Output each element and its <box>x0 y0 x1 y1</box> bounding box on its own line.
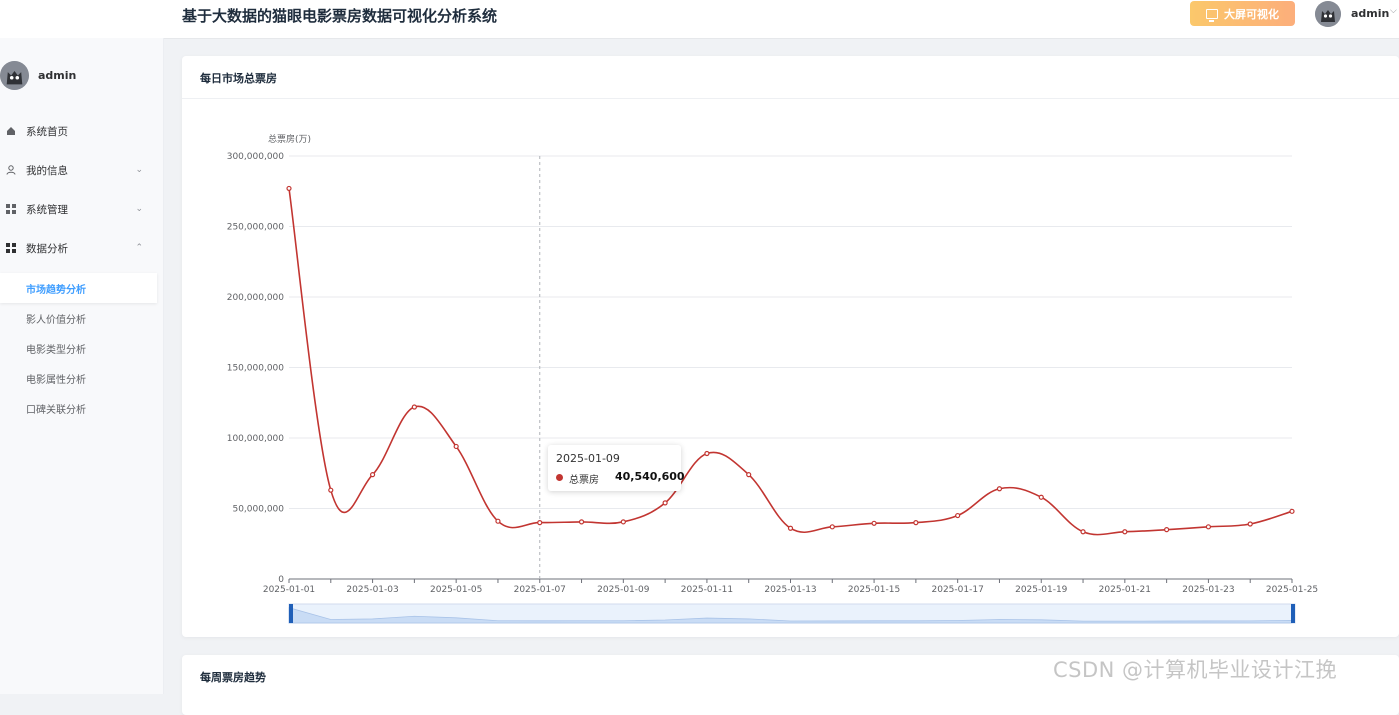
bigscreen-button[interactable]: 大屏可视化 <box>1190 1 1295 26</box>
tooltip-series-dot <box>556 474 563 481</box>
grid-icon <box>5 243 17 253</box>
user-name[interactable]: admin <box>1351 7 1389 20</box>
avatar[interactable] <box>1315 1 1341 27</box>
chevron-down-icon[interactable]: ⌵ <box>1390 6 1397 16</box>
sidebar-item-system[interactable]: 系统管理 ⌄ <box>0 198 157 220</box>
home-icon <box>5 126 17 136</box>
sidebar-item-label: 系统管理 <box>26 203 68 216</box>
user-icon <box>5 165 17 175</box>
panel-title: 每日市场总票房 <box>200 72 277 85</box>
sidebar-item-my-info[interactable]: 我的信息 ⌄ <box>0 159 157 181</box>
sidebar-item-label: 数据分析 <box>26 242 68 255</box>
divider <box>182 98 1399 99</box>
daily-box-office-panel: 每日市场总票房 <box>182 56 1399 637</box>
submenu-market-trend[interactable]: 市场趋势分析 <box>26 281 86 296</box>
sidebar-item-label: 系统首页 <box>26 125 68 138</box>
watermark: CSDN @计算机毕业设计江挽 <box>1053 658 1338 682</box>
tooltip-value: 40,540,600 <box>615 470 685 483</box>
chevron-down-icon: ⌄ <box>135 165 143 175</box>
tooltip-series-name: 总票房 <box>569 475 599 486</box>
submenu-reputation[interactable]: 口碑关联分析 <box>26 401 86 416</box>
submenu-movie-attribute[interactable]: 电影属性分析 <box>26 371 86 386</box>
chevron-down-icon: ⌄ <box>135 204 143 214</box>
sidebar-item-data-analysis[interactable]: 数据分析 ⌃ <box>0 237 157 259</box>
panel-title: 每周票房趋势 <box>200 671 266 684</box>
sidebar-item-label: 我的信息 <box>26 164 68 177</box>
sidebar-avatar <box>0 61 29 90</box>
submenu-filmmaker-value[interactable]: 影人价值分析 <box>26 311 86 326</box>
submenu-label: 市场趋势分析 <box>26 285 86 296</box>
top-bar: 基于大数据的猫眼电影票房数据可视化分析系统 大屏可视化 admin ⌵ <box>0 0 1399 39</box>
sidebar: admin 系统首页 我的信息 ⌄ 系统管理 ⌄ 数据分析 ⌃ 市场趋势分析 影… <box>0 38 164 694</box>
sidebar-user-name: admin <box>38 69 77 82</box>
tooltip-date: 2025-01-09 <box>556 452 620 465</box>
grid-icon <box>5 204 17 214</box>
bigscreen-label: 大屏可视化 <box>1224 7 1279 21</box>
app-title: 基于大数据的猫眼电影票房数据可视化分析系统 <box>182 7 498 25</box>
monitor-icon <box>1206 8 1218 22</box>
submenu-movie-genre[interactable]: 电影类型分析 <box>26 341 86 356</box>
sidebar-item-home[interactable]: 系统首页 <box>0 120 157 142</box>
chevron-up-icon: ⌃ <box>135 243 143 253</box>
chart-tooltip: 2025-01-09 总票房 40,540,600 <box>548 445 685 491</box>
